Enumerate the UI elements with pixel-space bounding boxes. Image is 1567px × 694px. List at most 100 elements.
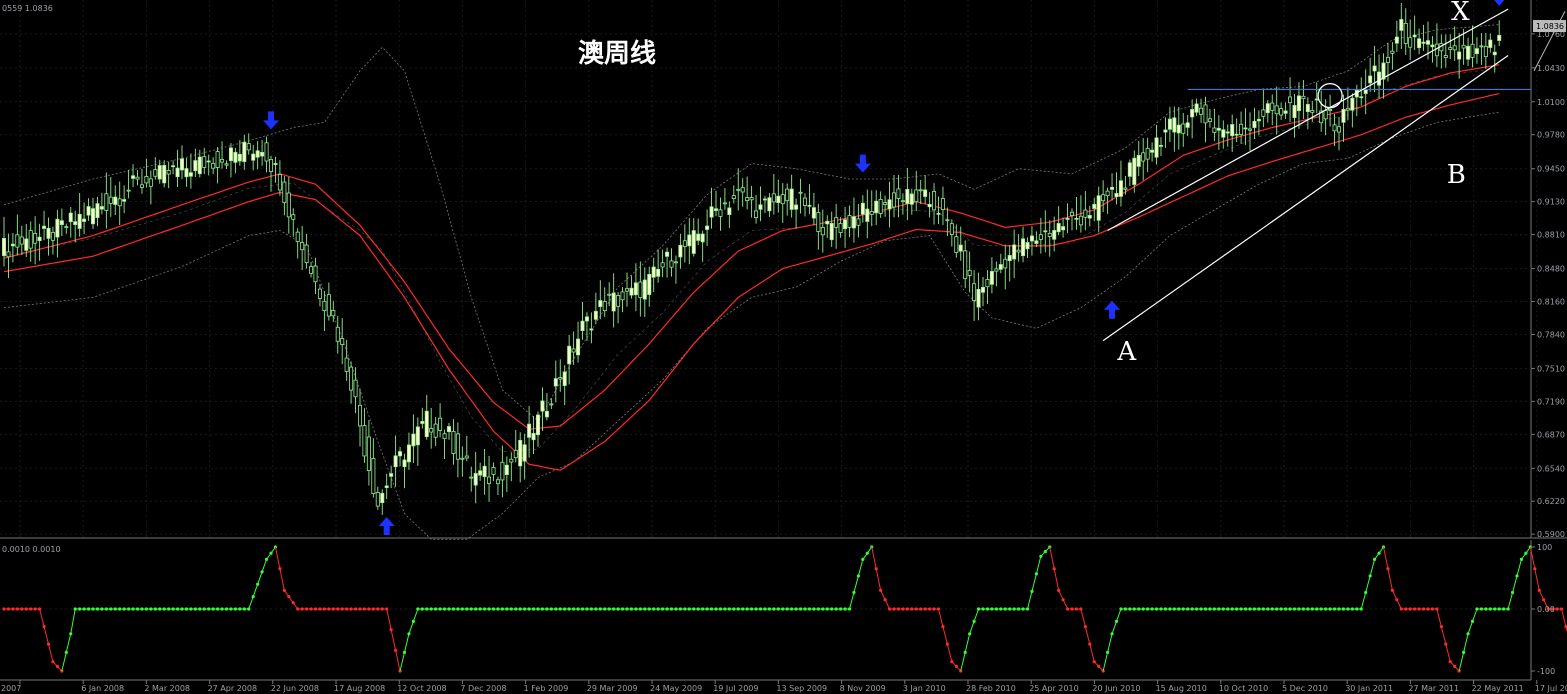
candle-body: [1070, 211, 1075, 216]
candle-body: [513, 449, 518, 459]
candle-body: [576, 338, 581, 356]
candle-body: [976, 288, 981, 308]
candle-body: [162, 164, 167, 184]
candle-body: [1145, 147, 1150, 160]
candle-body: [1225, 131, 1230, 134]
candle-body: [1345, 107, 1350, 111]
candle-body: [491, 467, 496, 475]
candle-body: [331, 310, 336, 317]
candle-body: [1479, 45, 1484, 48]
candle-body: [825, 220, 830, 225]
price-tick-label: 0.8160: [1537, 298, 1565, 307]
osc-tick-label: -100: [1537, 667, 1555, 676]
candle-body: [91, 208, 96, 225]
chart-root: ABCXY 1.07601.04301.01000.97800.94500.91…: [0, 0, 1567, 694]
candle-body: [1190, 109, 1195, 118]
candle-body: [122, 199, 127, 202]
candle-body: [785, 188, 790, 202]
candle-body: [1167, 118, 1172, 130]
time-tick-label: 13 Sep 2009: [776, 684, 827, 693]
candle-body: [660, 262, 665, 268]
candle-body: [1101, 194, 1106, 202]
candle-body: [1159, 144, 1164, 147]
candle-body: [1265, 103, 1270, 114]
candle-body: [536, 414, 541, 436]
candle-body: [1150, 149, 1155, 153]
candle-body: [242, 141, 247, 162]
candle-body: [927, 204, 932, 208]
candle-body: [1056, 223, 1061, 233]
time-tick-label: 15 Aug 2010: [1156, 684, 1207, 693]
time-tick-label: 12 Oct 2008: [397, 684, 446, 693]
candle-body: [780, 194, 785, 205]
candle-body: [1234, 133, 1239, 136]
candle-body: [255, 150, 260, 158]
candle-body: [865, 208, 870, 222]
price-tick-label: 0.7840: [1537, 330, 1565, 339]
candle-body: [309, 266, 314, 274]
candle-body: [998, 264, 1003, 270]
candle-body: [135, 176, 140, 180]
candle-body: [940, 198, 945, 210]
candle-body: [1443, 55, 1448, 59]
candle-body: [558, 377, 563, 380]
candle-body: [220, 159, 225, 163]
oscillator-header: 0.0010 0.0010: [2, 545, 61, 554]
candle-body: [705, 225, 710, 230]
candle-body: [656, 268, 661, 277]
candle-body: [406, 444, 411, 463]
candle-body: [500, 461, 505, 481]
price-tick-label: 0.6220: [1537, 497, 1565, 506]
candle-body: [567, 345, 572, 365]
candle-body: [954, 236, 959, 253]
price-tick-label: 0.7510: [1537, 364, 1565, 373]
candle-body: [1172, 117, 1177, 133]
candle-body: [1483, 45, 1488, 58]
candle-body: [202, 156, 207, 168]
candle-body: [264, 142, 269, 162]
candle-body: [762, 198, 767, 201]
candle-body: [415, 426, 420, 446]
candle-body: [104, 193, 109, 211]
time-tick-label: 8 Nov 2009: [840, 684, 886, 693]
price-tick-label: 0.6540: [1537, 464, 1565, 473]
candle-body: [1310, 110, 1315, 113]
candle-body: [188, 172, 193, 177]
candle-body: [380, 492, 385, 504]
candle-body: [55, 218, 60, 238]
price-tick-label: 0.9780: [1537, 131, 1565, 140]
time-tick-label: 6 Jan 2008: [81, 684, 124, 693]
candle-body: [696, 233, 701, 241]
candle-body: [1434, 43, 1439, 57]
candle-body: [509, 458, 514, 463]
candle-body: [553, 378, 558, 387]
candle-body: [1421, 41, 1426, 44]
candle-body: [344, 357, 349, 372]
candle-body: [1096, 195, 1101, 221]
candle-body: [949, 223, 954, 235]
candle-body: [19, 236, 24, 245]
candle-body: [99, 206, 104, 210]
candle-body: [429, 428, 434, 433]
candle-body: [851, 216, 856, 229]
candle-body: [411, 433, 416, 447]
candle-body: [932, 191, 937, 211]
current-price-label: 1.0836: [1536, 22, 1564, 31]
candle-body: [1047, 232, 1052, 237]
candle-body: [580, 320, 585, 331]
time-tick-label: 17 Aug 2008: [334, 684, 385, 693]
price-tick-label: 0.9450: [1537, 165, 1565, 174]
candle-body: [1314, 98, 1319, 101]
candle-body: [1403, 22, 1408, 44]
candle-body: [918, 189, 923, 192]
time-tick-label: 22 Jun 2008: [271, 684, 319, 693]
candle-body: [1127, 162, 1132, 177]
candle-body: [1221, 129, 1226, 138]
candle-body: [277, 174, 282, 191]
candle-body: [1470, 43, 1475, 58]
candle-body: [816, 212, 821, 232]
candle-body: [967, 270, 972, 276]
time-tick-label: 29 Mar 2009: [587, 684, 638, 693]
candle-body: [420, 421, 425, 424]
candle-body: [1181, 123, 1186, 134]
